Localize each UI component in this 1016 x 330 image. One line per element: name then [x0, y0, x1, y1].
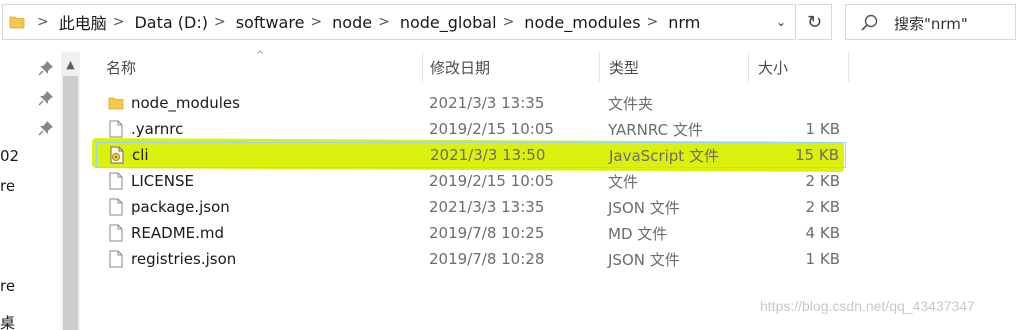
file-row[interactable]: package.json 2021/3/3 13:35 JSON 文件 2 KB	[96, 194, 846, 220]
scrollbar-thumb[interactable]	[63, 76, 78, 330]
file-row-selected[interactable]: cli 2021/3/3 13:50 JavaScript 文件 15 KB	[96, 142, 846, 168]
file-name: README.md	[131, 224, 225, 242]
file-type: YARNRC 文件	[608, 120, 703, 139]
file-date: 2019/7/8 10:25	[429, 224, 545, 242]
file-row[interactable]: LICENSE 2019/2/15 10:05 文件 2 KB	[96, 168, 846, 194]
file-icon	[109, 172, 123, 190]
file-row[interactable]: node_modules 2021/3/3 13:35 文件夹	[96, 90, 846, 116]
breadcrumb-separator[interactable]: >	[647, 14, 659, 30]
breadcrumb-separator[interactable]: >	[113, 14, 125, 30]
watermark: https://blog.csdn.net/qq_43437347	[760, 298, 975, 314]
column-header-size[interactable]: 大小	[748, 50, 848, 84]
nav-scrollbar[interactable]: ▲	[61, 52, 80, 330]
file-icon	[109, 120, 123, 138]
chevron-up-icon: ▲	[66, 57, 75, 71]
breadcrumb-node[interactable]: node	[332, 13, 372, 32]
file-date: 2021/3/3 13:35	[429, 198, 545, 216]
file-date: 2021/3/3 13:35	[429, 94, 545, 112]
file-name: cli	[132, 146, 149, 164]
breadcrumb-this-pc[interactable]: 此电脑	[59, 10, 107, 34]
file-type: JavaScript 文件	[609, 146, 719, 165]
column-header-date[interactable]: 修改日期	[420, 50, 600, 84]
file-size: 1 KB	[805, 120, 840, 138]
refresh-button[interactable]: ↻	[798, 4, 832, 40]
nav-item[interactable]: 02	[0, 147, 19, 165]
column-label: 修改日期	[430, 58, 491, 77]
file-row[interactable]: .yarnrc 2019/2/15 10:05 YARNRC 文件 1 KB	[96, 116, 846, 142]
column-divider[interactable]	[848, 52, 849, 82]
navigation-pane: 02 re re 桌 ▲	[0, 50, 80, 330]
address-bar[interactable]: > 此电脑 > Data (D:) > software > node > no…	[2, 4, 796, 40]
file-icon	[109, 250, 123, 268]
js-file-icon	[110, 146, 124, 164]
folder-icon	[9, 16, 25, 29]
address-history-dropdown[interactable]: ⌄	[765, 5, 797, 39]
column-header-type[interactable]: 类型	[599, 50, 749, 84]
pin-icon[interactable]	[38, 60, 54, 76]
file-type: JSON 文件	[608, 198, 680, 217]
file-date: 2019/2/15 10:05	[429, 120, 554, 138]
column-label: 名称	[106, 58, 137, 77]
file-name: node_modules	[131, 94, 240, 112]
breadcrumb-separator[interactable]: >	[310, 14, 322, 30]
file-size: 2 KB	[805, 198, 840, 216]
breadcrumb: > 此电脑 > Data (D:) > software > node > no…	[29, 5, 700, 39]
nav-item[interactable]: re	[0, 177, 15, 195]
breadcrumb-node-global[interactable]: node_global	[400, 13, 497, 32]
breadcrumb-software[interactable]: software	[236, 13, 305, 32]
breadcrumb-drive-d[interactable]: Data (D:)	[134, 13, 207, 32]
file-size: 1 KB	[805, 250, 840, 268]
file-type: JSON 文件	[608, 250, 680, 269]
search-input[interactable]: 搜索"nrm"	[894, 13, 968, 34]
refresh-icon: ↻	[806, 11, 823, 33]
breadcrumb-separator[interactable]: >	[37, 14, 49, 30]
file-row[interactable]: registries.json 2019/7/8 10:28 JSON 文件 1…	[96, 246, 846, 272]
file-size: 2 KB	[805, 172, 840, 190]
file-type: 文件	[608, 172, 639, 191]
file-row[interactable]: README.md 2019/7/8 10:25 MD 文件 4 KB	[96, 220, 846, 246]
breadcrumb-nrm[interactable]: nrm	[668, 13, 700, 32]
file-name: LICENSE	[131, 172, 194, 190]
breadcrumb-separator[interactable]: >	[378, 14, 390, 30]
breadcrumb-separator[interactable]: >	[503, 14, 515, 30]
search-icon	[861, 14, 878, 31]
chevron-down-icon: ⌄	[775, 15, 787, 29]
file-size: 4 KB	[805, 224, 840, 242]
nav-item[interactable]: re	[0, 277, 15, 295]
column-header-name[interactable]: 名称	[96, 50, 422, 84]
breadcrumb-separator[interactable]: >	[214, 14, 226, 30]
file-type: 文件夹	[608, 94, 654, 113]
nav-item[interactable]: 桌	[0, 312, 15, 330]
column-label: 大小	[758, 58, 789, 77]
column-header-row: ^ 名称 修改日期 类型 大小	[96, 50, 1016, 84]
file-icon	[109, 198, 123, 216]
column-label: 类型	[609, 58, 640, 77]
breadcrumb-node-modules[interactable]: node_modules	[524, 13, 640, 32]
address-bar-area: > 此电脑 > Data (D:) > software > node > no…	[0, 0, 1016, 46]
file-icon	[109, 224, 123, 242]
pin-icon[interactable]	[38, 120, 54, 136]
file-name: registries.json	[131, 250, 237, 268]
file-date: 2019/2/15 10:05	[429, 172, 554, 190]
pin-icon[interactable]	[38, 90, 54, 106]
scroll-up-button[interactable]: ▲	[61, 54, 80, 74]
file-size: 15 KB	[795, 146, 839, 164]
search-box[interactable]: 搜索"nrm"	[845, 4, 1016, 40]
file-date: 2019/7/8 10:28	[429, 250, 545, 268]
file-date: 2021/3/3 13:50	[430, 146, 546, 164]
file-name: .yarnrc	[131, 120, 184, 138]
file-type: MD 文件	[608, 224, 668, 243]
file-name: package.json	[131, 198, 230, 216]
folder-icon	[108, 97, 124, 110]
